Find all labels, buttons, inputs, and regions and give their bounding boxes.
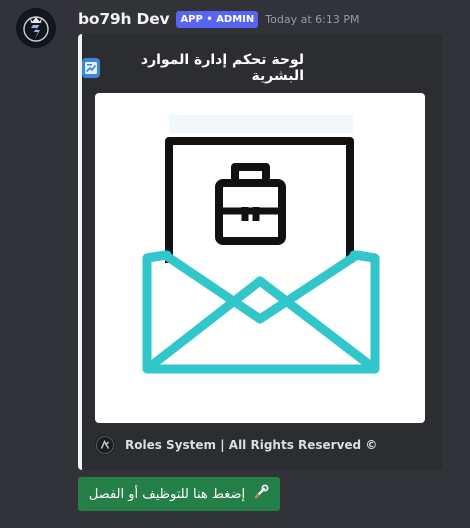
message-embed: لوحة تحكم إدارة الموارد البشرية Roles Sy… xyxy=(78,34,442,470)
bot-avatar[interactable] xyxy=(16,8,56,48)
open-envelope-with-briefcase-document-icon xyxy=(142,115,380,374)
hire-fire-button-label: إضغط هنا للتوظيف أو الفصل xyxy=(88,486,246,502)
hire-fire-button[interactable]: إضغط هنا للتوظيف أو الفصل xyxy=(78,477,280,511)
embed-title: لوحة تحكم إدارة الموارد البشرية xyxy=(140,52,304,84)
embed-title-row: لوحة تحكم إدارة الموارد البشرية xyxy=(82,52,304,84)
staff-list-icon xyxy=(82,58,100,78)
app-badge: APP • ADMIN xyxy=(176,10,259,28)
embed-footer-text: Roles System | All Rights Reserved © xyxy=(125,438,378,452)
author-name[interactable]: bo79h Dev xyxy=(78,10,170,28)
embed-image[interactable] xyxy=(95,93,425,423)
embed-footer: Roles System | All Rights Reserved © xyxy=(95,435,377,455)
message-header: bo79h Dev APP • ADMIN Today at 6:13 PM xyxy=(78,8,359,30)
crowned-shield-logo-icon xyxy=(16,8,56,48)
roles-system-logo-icon xyxy=(95,435,115,455)
message-timestamp[interactable]: Today at 6:13 PM xyxy=(265,13,359,26)
wrench-icon xyxy=(253,484,269,504)
